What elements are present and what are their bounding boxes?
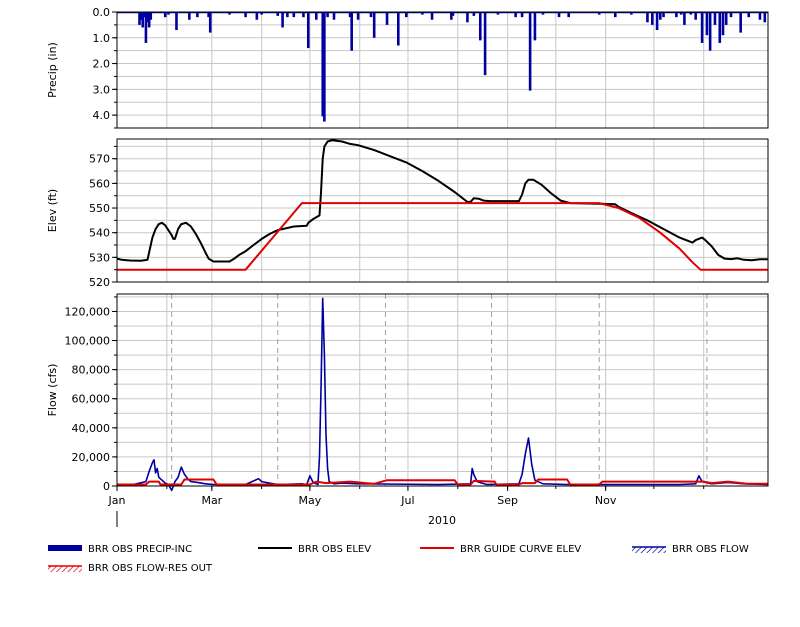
precip-bar (655, 12, 659, 31)
legend-label: BRR OBS ELEV (298, 544, 371, 555)
legend-label: BRR OBS FLOW-RES OUT (88, 563, 213, 574)
y-tick-label: 120,000 (65, 305, 111, 318)
y-tick-label: 570 (89, 153, 110, 166)
y-tick-label: 100,000 (65, 335, 111, 348)
precip-bar (650, 12, 654, 25)
precip-bar (763, 12, 767, 23)
precip-bar (323, 12, 326, 122)
y-tick-label: 40,000 (72, 422, 111, 435)
x-tick-label: Sep (497, 494, 518, 507)
legend-item: BRR OBS ELEV (258, 544, 371, 555)
y-tick-label: 530 (89, 251, 110, 264)
precip-bar (372, 12, 376, 38)
y-tick-label: 3.0 (93, 83, 111, 96)
precip-bar (700, 12, 704, 43)
y-tick-label: 0 (103, 480, 110, 493)
precip-bar (739, 12, 742, 33)
y-tick-label: 0.0 (93, 6, 111, 19)
legend-item: BRR OBS PRECIP-INC (48, 544, 192, 555)
precip-bar (281, 12, 284, 28)
x-axis-year: 2010 (428, 514, 456, 527)
panel-1-background (117, 12, 768, 128)
precip-bar (478, 12, 482, 41)
legend-item: BRR OBS FLOW-RES OUT (48, 563, 213, 574)
y-tick-label: 20,000 (72, 451, 111, 464)
x-tick-label: Mar (201, 494, 222, 507)
x-tick-label: Jul (400, 494, 414, 507)
precip-bar (721, 12, 725, 36)
precip-bar (683, 12, 686, 25)
legend-label: BRR OBS PRECIP-INC (88, 544, 192, 555)
precip-bar (396, 12, 400, 46)
precip-bar (724, 12, 728, 25)
legend-swatch-hatch (632, 547, 666, 553)
y-axis-title: Flow (cfs) (46, 364, 59, 417)
legend-label: BRR OBS FLOW (672, 544, 749, 555)
precip-bar (466, 12, 469, 23)
x-tick-label: Jan (108, 494, 126, 507)
precip-bar (646, 12, 649, 23)
legend-swatch (48, 545, 82, 551)
x-tick-label: May (299, 494, 322, 507)
y-tick-label: 80,000 (72, 364, 111, 377)
precip-bar (175, 12, 178, 31)
legend-item: BRR OBS FLOW (632, 544, 749, 555)
precip-bar (306, 12, 310, 49)
y-tick-label: 550 (89, 202, 110, 215)
chart-canvas: 0.0 1.0 2.0 3.0 4.0 Precip (in) 520 530 540 550 56… (46, 6, 769, 574)
precip-bar (385, 12, 389, 25)
precip-bar (718, 12, 722, 43)
y-tick-label: 1.0 (93, 32, 111, 45)
x-tick-label: Nov (595, 494, 617, 507)
precip-bar (708, 12, 712, 51)
precip-bar (350, 12, 353, 51)
y-tick-label: 540 (89, 227, 110, 240)
y-tick-label: 2.0 (93, 58, 111, 71)
y-tick-label: 560 (89, 177, 110, 190)
precip-bar (533, 12, 537, 41)
y-axis-title: Precip (in) (46, 42, 59, 98)
y-axis-title: Elev (ft) (46, 189, 59, 232)
precip-bar (705, 12, 709, 36)
legend-label: BRR GUIDE CURVE ELEV (460, 544, 581, 555)
y-tick-label: 520 (89, 276, 110, 289)
y-tick-label: 60,000 (72, 393, 111, 406)
legend-swatch-hatch (48, 566, 82, 572)
precip-bar (483, 12, 487, 76)
precip-bar (208, 12, 212, 33)
precip-bar (528, 12, 532, 91)
y-tick-label: 4.0 (93, 109, 111, 122)
precip-bar (713, 12, 717, 25)
legend-item: BRR GUIDE CURVE ELEV (420, 544, 581, 555)
